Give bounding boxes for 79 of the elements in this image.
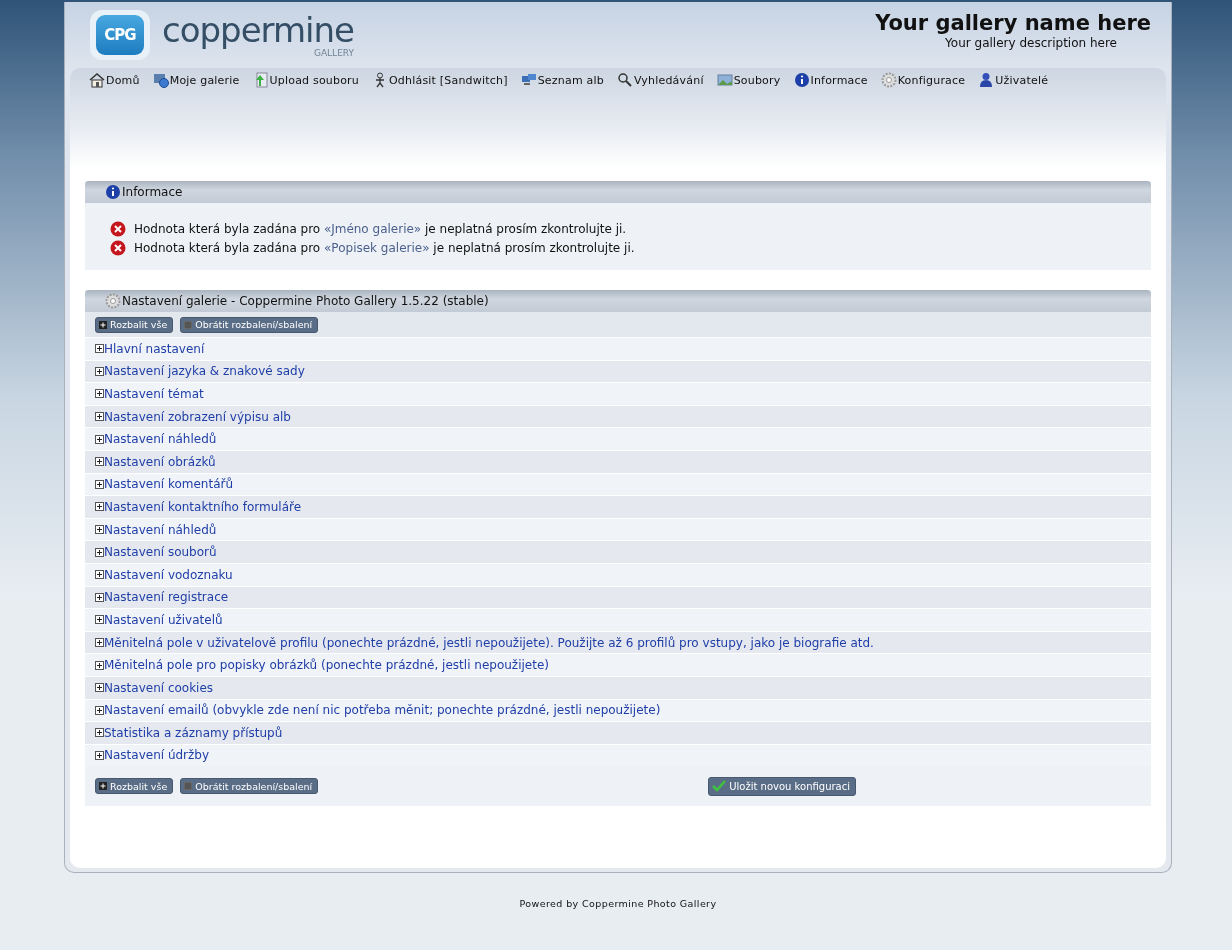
picture-icon bbox=[716, 72, 733, 88]
section-link[interactable]: Nastavení náhledů bbox=[104, 522, 217, 537]
section-link[interactable]: Měnitelná pole v uživatelově profilu (ponechte prázdné, jestli nepoužijete). Použijte až 6 profilů pro vstupy, jako je biografie atd. bbox=[104, 635, 874, 650]
save-button[interactable]: Uložit novou konfiguraci bbox=[708, 776, 856, 796]
section-link[interactable]: Měnitelná pole pro popisky obrázků (ponechte prázdné, jestli nepoužijete) bbox=[104, 658, 549, 673]
expand-icon[interactable] bbox=[95, 660, 104, 670]
section-link[interactable]: Nastavení kontaktního formuláře bbox=[104, 499, 302, 514]
expand-icon[interactable] bbox=[95, 751, 104, 760]
checkmark-icon bbox=[712, 780, 727, 793]
gear-icon bbox=[880, 72, 897, 88]
section-link[interactable]: Nastavení uživatelů bbox=[104, 612, 223, 627]
section-link[interactable]: Nastavení obrázků bbox=[104, 454, 216, 469]
panel-title: Nastavení galerie - Coppermine Photo Gallery 1.5.22 (stable) bbox=[122, 294, 489, 308]
monitors-icon bbox=[520, 72, 537, 88]
logo-subtitle: GALLERY bbox=[313, 48, 354, 58]
setting-link[interactable]: «Jméno galerie» bbox=[324, 221, 422, 236]
toggle-button[interactable]: Obrátit rozbalení/sbalení bbox=[180, 316, 319, 333]
section-link[interactable]: Nastavení registrace bbox=[104, 590, 229, 605]
nav-link[interactable]: Vyhledávání bbox=[616, 72, 704, 88]
user-icon bbox=[978, 72, 995, 88]
logo-icon: CPG bbox=[90, 10, 150, 60]
section-link[interactable]: Nastavení údržby bbox=[104, 748, 210, 763]
expand-all-button[interactable]: Rozbalit vše bbox=[95, 778, 174, 795]
plus-icon bbox=[99, 782, 107, 791]
nav-link[interactable]: Soubory bbox=[716, 72, 781, 88]
nav-link[interactable]: Moje galerie bbox=[152, 72, 240, 88]
section-link[interactable]: Nastavení jazyka & znakové sady bbox=[104, 364, 305, 379]
plus-icon bbox=[99, 320, 107, 329]
setting-link[interactable]: «Popisek galerie» bbox=[324, 240, 430, 255]
section-link[interactable]: Nastavení emailů (obvykle zde není nic potřeba měnit; ponechte prázdné, jestli nepoužijete) bbox=[104, 703, 661, 718]
expand-icon[interactable] bbox=[95, 570, 104, 580]
expand-icon[interactable] bbox=[95, 547, 104, 557]
expand-icon[interactable] bbox=[95, 366, 104, 376]
house-icon bbox=[89, 72, 105, 88]
gallery-name: Your gallery name here bbox=[875, 10, 1151, 36]
gear-icon bbox=[105, 293, 121, 309]
section-link[interactable]: Nastavení komentářů bbox=[104, 477, 234, 492]
expand-icon[interactable] bbox=[95, 457, 104, 467]
nav-link[interactable]: Konfigurace bbox=[880, 72, 966, 88]
info-icon bbox=[793, 72, 810, 88]
section-link[interactable]: Hlavní nastavení bbox=[104, 341, 205, 356]
section-link[interactable]: Nastavení cookies bbox=[104, 680, 214, 695]
expand-icon[interactable] bbox=[95, 434, 104, 444]
section-link[interactable]: Nastavení vodoznaku bbox=[104, 567, 233, 582]
expand-icon[interactable] bbox=[95, 705, 104, 715]
info-icon bbox=[105, 184, 121, 200]
expand-icon[interactable] bbox=[95, 502, 104, 512]
expand-icon[interactable] bbox=[95, 683, 104, 693]
error-message: Hodnota která byla zadána pro «Jméno galerie» je neplatná prosím zkontrolujte ji. bbox=[134, 221, 627, 236]
section-link[interactable]: Nastavení náhledů bbox=[104, 432, 217, 447]
search-icon bbox=[616, 72, 633, 88]
nav-link[interactable]: Seznam alb bbox=[520, 72, 604, 88]
error-message: Hodnota která byla zadána pro «Popisek galerie» je neplatná prosím zkontrolujte ji. bbox=[134, 240, 635, 255]
expand-icon[interactable] bbox=[95, 728, 104, 738]
expand-icon[interactable] bbox=[95, 344, 104, 354]
expand-icon[interactable] bbox=[95, 479, 104, 489]
section-link[interactable]: Nastavení zobrazení výpisu alb bbox=[104, 409, 291, 424]
logo-wordmark: coppermine bbox=[162, 12, 354, 48]
nav-link[interactable]: Informace bbox=[793, 72, 868, 88]
expand-icon[interactable] bbox=[95, 525, 104, 535]
nav-link[interactable]: Upload souboru bbox=[252, 72, 359, 88]
nav-link[interactable]: Uživatelé bbox=[978, 72, 1049, 88]
error-icon bbox=[110, 239, 126, 256]
expand-icon[interactable] bbox=[95, 412, 104, 422]
error-icon bbox=[110, 220, 126, 237]
expand-icon[interactable] bbox=[95, 615, 104, 625]
expand-icon[interactable] bbox=[95, 592, 104, 602]
section-link[interactable]: Statistika a záznamy přístupů bbox=[104, 725, 283, 740]
section-link[interactable]: Nastavení témat bbox=[104, 387, 204, 401]
nav-link[interactable]: Odhlásit [Sandwitch] bbox=[372, 72, 508, 88]
expand-icon[interactable] bbox=[95, 389, 104, 399]
section-link[interactable]: Nastavení souborů bbox=[104, 545, 217, 560]
gallery-description: Your gallery description here bbox=[945, 36, 1117, 50]
nav-link[interactable]: Domů bbox=[89, 72, 140, 88]
expand-all-button[interactable]: Rozbalit vše bbox=[95, 316, 174, 333]
toggle-button[interactable]: Obrátit rozbalení/sbalení bbox=[180, 778, 319, 795]
expand-icon[interactable] bbox=[95, 638, 104, 647]
footer-text: Powered by Coppermine Photo Gallery bbox=[518, 898, 718, 909]
panel-title: Informace bbox=[122, 185, 183, 199]
